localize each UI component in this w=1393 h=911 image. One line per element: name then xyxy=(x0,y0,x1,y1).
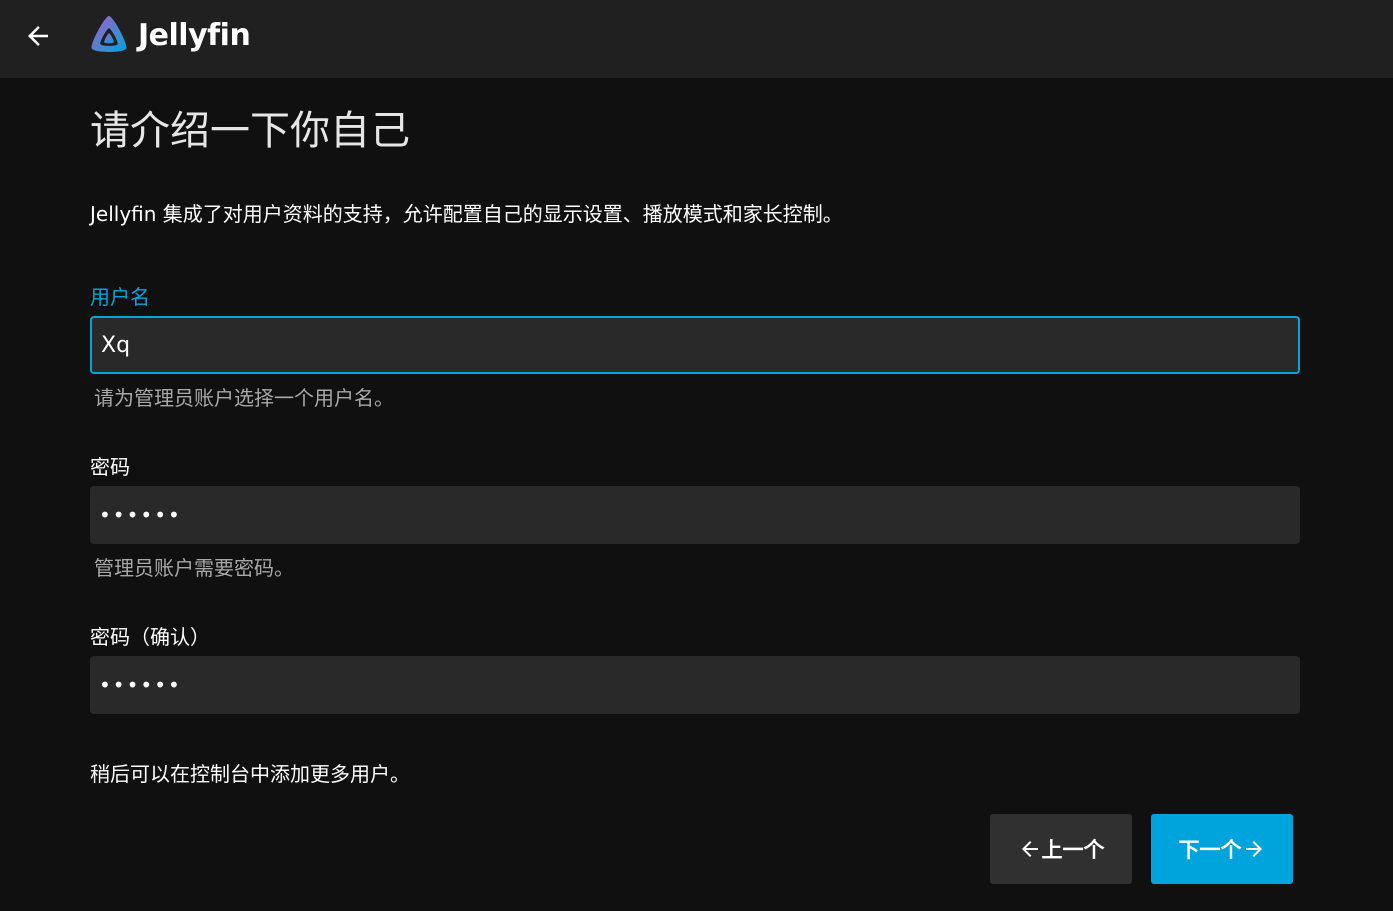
previous-button[interactable]: 上一个 xyxy=(990,814,1132,884)
previous-button-label: 上一个 xyxy=(1041,838,1105,862)
jellyfin-logo-icon xyxy=(91,15,127,53)
footnote-text: 稍后可以在控制台中添加更多用户。 xyxy=(90,762,410,786)
app-logo[interactable]: Jellyfin xyxy=(86,12,251,58)
username-hint: 请为管理员账户选择一个用户名。 xyxy=(94,386,394,410)
intro-text: Jellyfin 集成了对用户资料的支持，允许配置自己的显示设置、播放模式和家长… xyxy=(90,202,843,226)
password-confirm-input[interactable] xyxy=(90,656,1300,714)
header-bar: Jellyfin xyxy=(0,0,1393,78)
next-button[interactable]: 下一个 xyxy=(1151,814,1293,884)
password-confirm-label: 密码（确认） xyxy=(90,625,210,649)
page-title: 请介绍一下你自己 xyxy=(90,108,410,154)
next-button-label: 下一个 xyxy=(1178,838,1242,862)
username-label: 用户名 xyxy=(90,285,150,309)
password-hint: 管理员账户需要密码。 xyxy=(94,556,294,580)
username-input[interactable] xyxy=(90,316,1300,374)
arrow-left-icon xyxy=(1021,841,1038,857)
arrow-left-icon xyxy=(28,26,48,46)
arrow-right-icon xyxy=(1245,841,1262,857)
password-label: 密码 xyxy=(90,455,130,479)
app-name: Jellyfin xyxy=(138,17,251,53)
back-button[interactable] xyxy=(18,16,58,56)
password-input[interactable] xyxy=(90,486,1300,544)
